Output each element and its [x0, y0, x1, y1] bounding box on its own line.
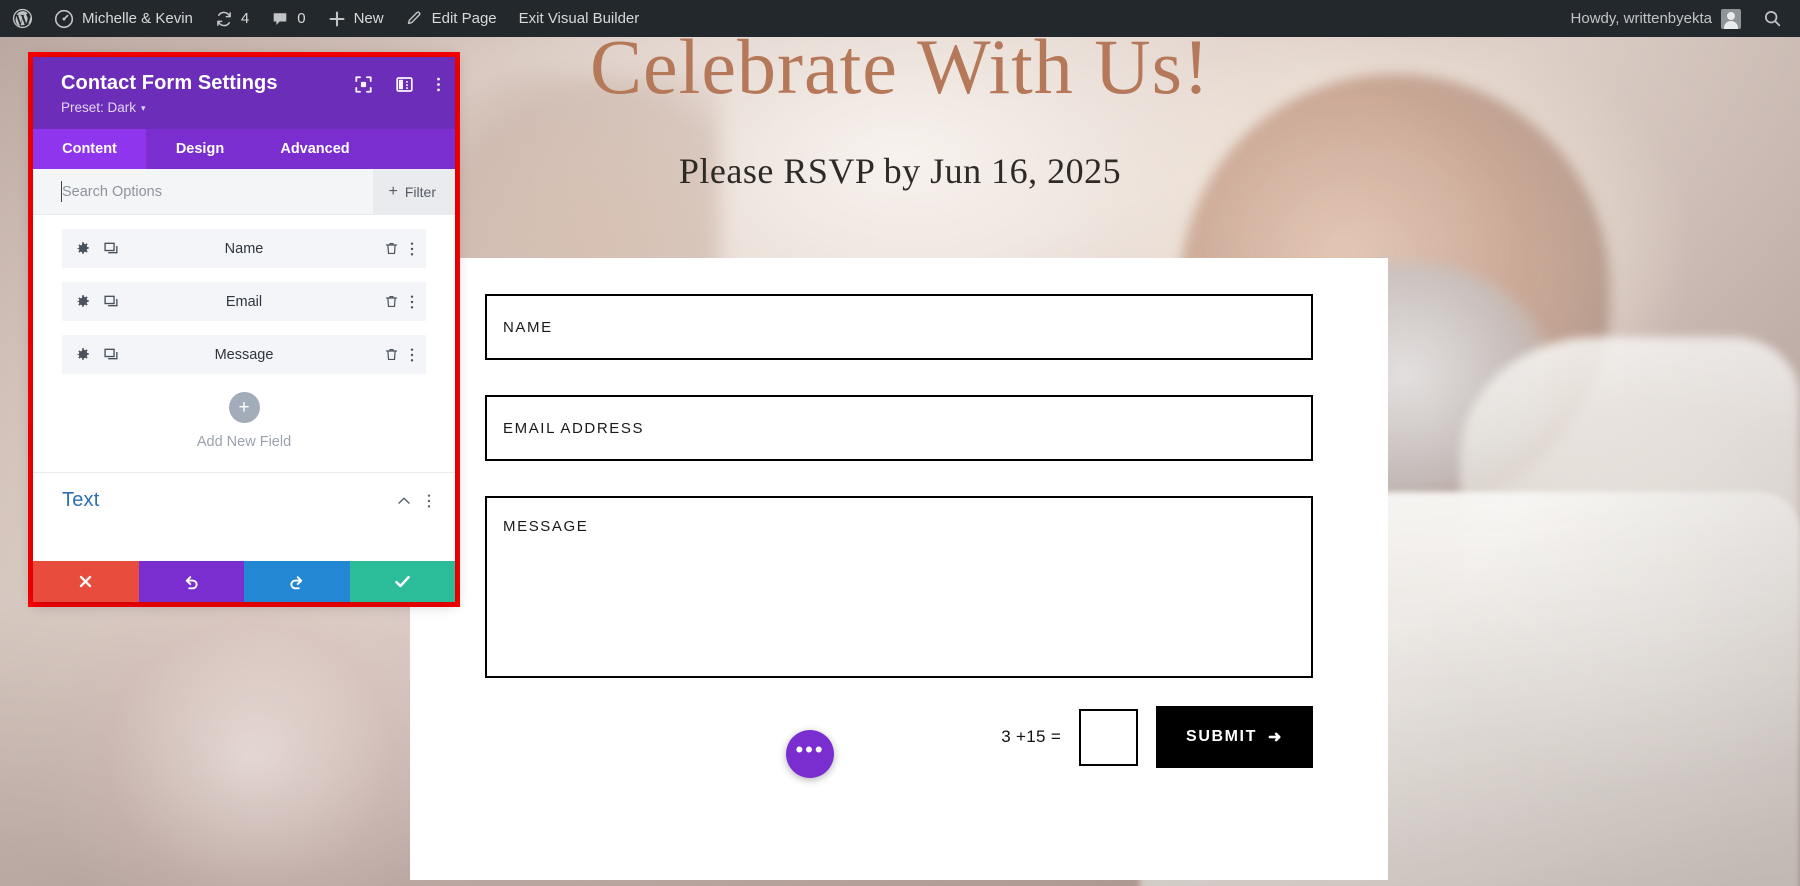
admin-search-button[interactable]: [1751, 9, 1800, 28]
chevron-up-icon[interactable]: [396, 493, 412, 509]
arrow-right-icon: ➜: [1267, 729, 1283, 746]
new-content-menu[interactable]: New: [317, 0, 395, 37]
field-row[interactable]: Message: [62, 335, 426, 374]
search-icon: [1764, 10, 1781, 27]
tab-design[interactable]: Design: [146, 129, 254, 169]
contact-form-footer: 3 +15 = SUBMIT ➜: [410, 678, 1388, 768]
edit-page-menu[interactable]: Edit Page: [395, 0, 508, 37]
preset-label: Preset: Dark: [61, 100, 137, 115]
duplicate-icon[interactable]: [103, 241, 119, 257]
updates-menu[interactable]: 4: [204, 0, 260, 37]
text-section-title: Text: [62, 489, 100, 511]
trash-icon[interactable]: [384, 347, 399, 362]
site-name-menu[interactable]: Michelle & Kevin: [43, 0, 204, 37]
gear-icon[interactable]: [75, 241, 91, 257]
user-account-menu[interactable]: Howdy, writtenbyekta: [1557, 8, 1751, 29]
new-label: New: [353, 10, 384, 27]
vertical-dots-icon[interactable]: [410, 241, 414, 257]
field-row-left-actions: [75, 294, 119, 310]
filter-label: Filter: [404, 183, 436, 200]
add-new-field-section: + Add New Field: [62, 388, 426, 450]
contact-form-card: 3 +15 = SUBMIT ➜: [410, 258, 1388, 880]
pencil-icon: [407, 10, 421, 24]
field-row[interactable]: Name: [62, 229, 426, 268]
preset-selector[interactable]: Preset: Dark ▾: [61, 100, 146, 115]
modal-header: Contact Form Settings Preset: Dark ▾: [33, 57, 455, 129]
contact-form-settings-modal: Contact Form Settings Preset: Dark ▾ Con…: [33, 57, 455, 602]
dashboard-icon: [54, 9, 74, 28]
focus-target-icon[interactable]: [354, 75, 373, 94]
tab-advanced[interactable]: Advanced: [254, 129, 376, 169]
modal-header-actions: [354, 75, 441, 94]
undo-button[interactable]: [138, 561, 244, 602]
plus-icon: [329, 10, 345, 27]
add-new-field-button[interactable]: +: [228, 392, 260, 423]
panel-layout-icon[interactable]: [395, 75, 414, 94]
trash-icon[interactable]: [384, 294, 399, 309]
name-input[interactable]: [485, 294, 1313, 360]
field-row-right-actions: [384, 347, 414, 363]
text-caret: [61, 181, 62, 202]
gear-icon[interactable]: [75, 294, 91, 310]
captcha-question: 3 +15 =: [1001, 727, 1062, 746]
howdy-label: Howdy, writtenbyekta: [1570, 10, 1712, 27]
wp-logo-menu[interactable]: [0, 0, 43, 37]
field-row-left-actions: [75, 241, 119, 257]
duplicate-icon[interactable]: [103, 294, 119, 310]
submit-label: SUBMIT: [1186, 728, 1257, 745]
exit-visual-builder-label: Exit Visual Builder: [518, 10, 640, 27]
exit-visual-builder-button[interactable]: Exit Visual Builder: [508, 0, 651, 37]
vertical-dots-icon[interactable]: [427, 493, 431, 509]
search-input[interactable]: [33, 183, 373, 200]
comments-count: 0: [297, 10, 306, 27]
text-section-actions: [396, 493, 431, 509]
filter-button[interactable]: + Filter: [372, 168, 455, 215]
plus-icon: +: [388, 182, 398, 200]
field-row[interactable]: Email: [62, 282, 426, 321]
field-row-left-actions: [75, 347, 119, 363]
field-row-right-actions: [384, 294, 414, 310]
submit-button[interactable]: SUBMIT ➜: [1156, 706, 1313, 768]
checkmark-icon: [394, 575, 410, 588]
save-button[interactable]: [349, 561, 455, 602]
vertical-dots-icon[interactable]: [436, 75, 441, 94]
screen: Celebrate With Us! Please RSVP by Jun 16…: [0, 0, 1800, 886]
duplicate-icon[interactable]: [103, 347, 119, 363]
modal-body: Name Email Message + Add New Field Text: [33, 215, 455, 561]
trash-icon[interactable]: [384, 241, 399, 256]
page-settings-fab-button[interactable]: •••: [786, 730, 834, 778]
plus-icon: +: [238, 397, 250, 418]
modal-tabs: Content Design Advanced: [33, 129, 455, 169]
comments-menu[interactable]: 0: [260, 0, 316, 37]
field-row-right-actions: [384, 241, 414, 257]
gear-icon[interactable]: [75, 347, 91, 363]
redo-arrow-icon: [290, 575, 303, 589]
wordpress-logo-icon: [12, 8, 33, 29]
updates-count: 4: [240, 10, 250, 27]
redo-button[interactable]: [244, 561, 350, 602]
cancel-button[interactable]: [33, 561, 139, 602]
add-new-field-label: Add New Field: [196, 434, 292, 450]
wp-admin-bar: Michelle & Kevin 4 0 New Edit Page Exit …: [0, 0, 1800, 37]
updates-icon: [217, 11, 231, 26]
vertical-dots-icon[interactable]: [410, 347, 414, 363]
captcha-input[interactable]: [1079, 708, 1139, 766]
close-x-icon: [80, 575, 92, 588]
site-name-label: Michelle & Kevin: [82, 10, 193, 27]
chevron-down-icon: ▾: [141, 103, 146, 113]
message-input[interactable]: [485, 496, 1313, 678]
edit-page-label: Edit Page: [431, 10, 497, 27]
search-row: + Filter: [33, 168, 455, 215]
undo-arrow-icon: [185, 575, 198, 589]
admin-bar-right: Howdy, writtenbyekta: [1557, 8, 1800, 29]
tab-content[interactable]: Content: [33, 129, 146, 169]
contact-form-fields: [410, 258, 1388, 678]
email-input[interactable]: [485, 395, 1313, 461]
comment-bubble-icon: [273, 12, 287, 25]
form-fields-list: Name Email Message + Add New Field: [33, 215, 455, 450]
vertical-dots-icon[interactable]: [410, 294, 414, 310]
modal-footer-actions: [33, 561, 455, 602]
text-section-header[interactable]: Text: [33, 473, 455, 512]
avatar: [1721, 8, 1741, 29]
